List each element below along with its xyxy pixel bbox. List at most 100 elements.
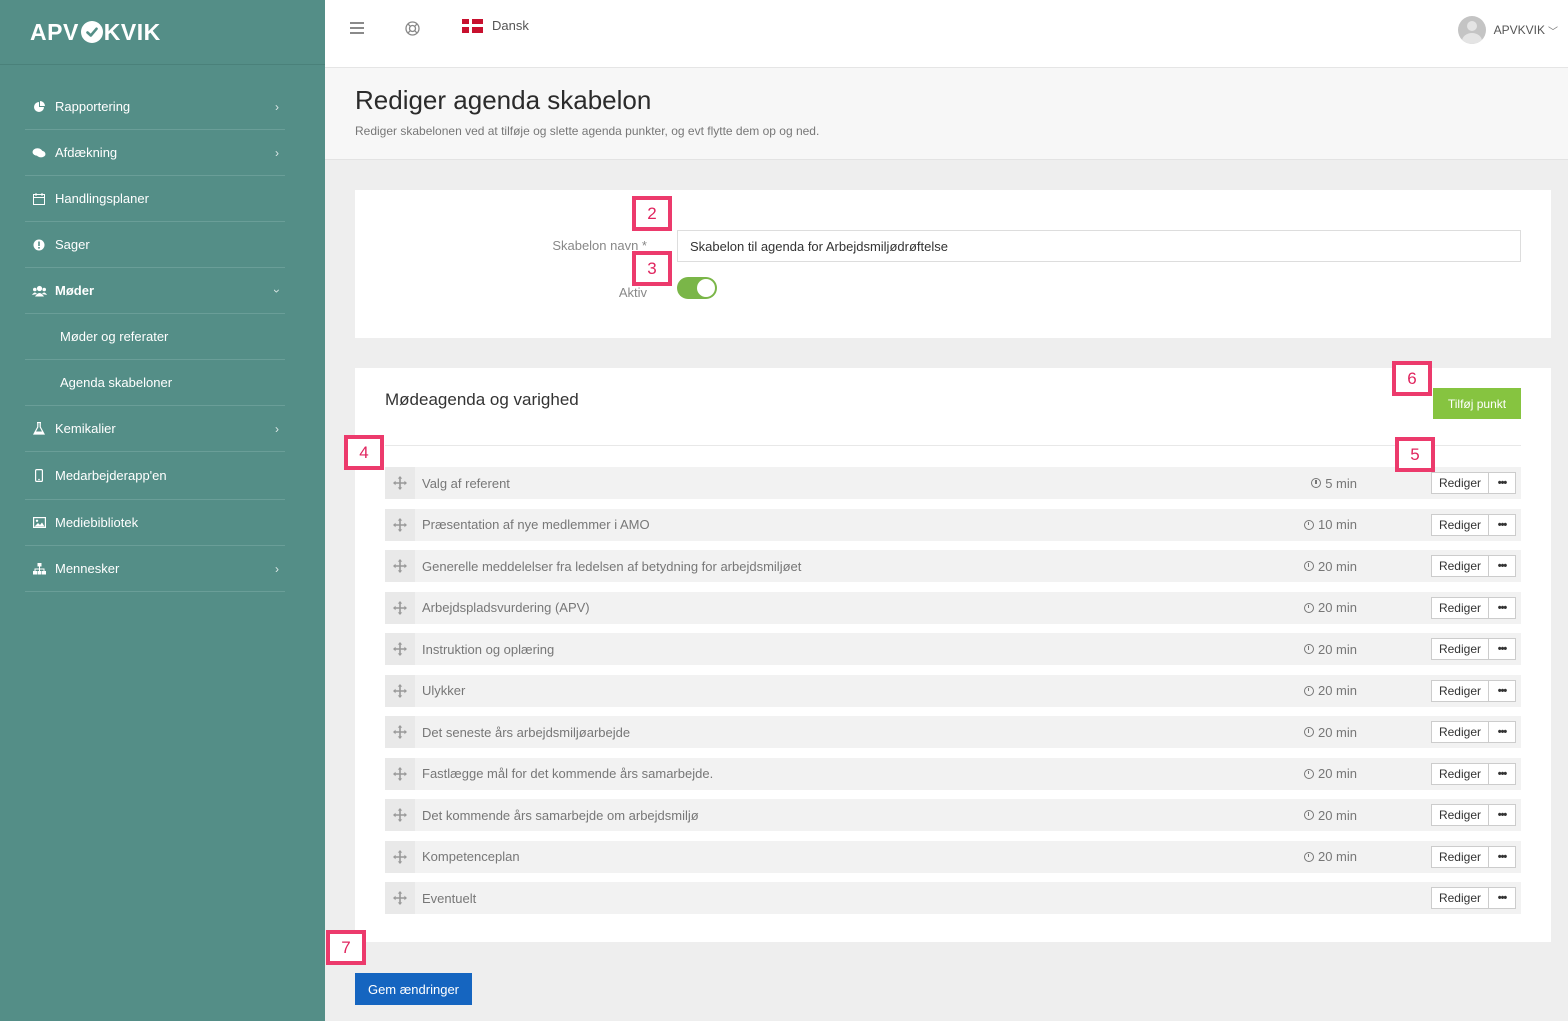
- clock-icon: [1303, 519, 1314, 530]
- more-options-button[interactable]: •••: [1489, 887, 1516, 909]
- more-options-button[interactable]: •••: [1489, 513, 1516, 536]
- duration-value: 5 min: [1325, 475, 1357, 491]
- sidebar-item-agenda-skabeloner[interactable]: Agenda skabeloner: [25, 360, 285, 406]
- sidebar-item-handlingsplaner[interactable]: Handlingsplaner: [25, 176, 285, 222]
- brand-logo[interactable]: APV KVIK: [0, 0, 325, 65]
- edit-button[interactable]: Rediger: [1430, 472, 1489, 494]
- edit-button[interactable]: Rediger: [1430, 804, 1489, 826]
- save-changes-button[interactable]: Gem ændringer: [355, 973, 472, 1005]
- drag-handle-icon[interactable]: [385, 550, 415, 582]
- sidebar-item-kemikalier[interactable]: Kemikalier ›: [25, 406, 285, 452]
- edit-button[interactable]: Rediger: [1430, 845, 1489, 868]
- edit-button[interactable]: Rediger: [1430, 721, 1489, 743]
- row-actions: Rediger •••: [1430, 472, 1516, 494]
- drag-handle-icon[interactable]: [385, 633, 415, 665]
- template-form-card: Skabelon navn * Skabelon til agenda for …: [355, 190, 1551, 338]
- edit-button[interactable]: Rediger: [1430, 596, 1489, 619]
- annotation-badge-4: 4: [344, 435, 384, 470]
- more-options-button[interactable]: •••: [1489, 845, 1516, 868]
- sidebar-item-label: Mennesker: [55, 561, 120, 576]
- drag-handle-icon[interactable]: [385, 591, 415, 624]
- avatar: [1457, 16, 1486, 44]
- clock-icon: [1311, 478, 1322, 488]
- sidebar-item-mediebibliotek[interactable]: Mediebibliotek: [25, 500, 285, 546]
- more-options-button[interactable]: •••: [1489, 721, 1516, 743]
- template-name-label: Skabelon navn *: [552, 238, 647, 253]
- sidebar-item-label: Sager: [55, 237, 90, 252]
- drag-handle-icon[interactable]: [385, 674, 415, 707]
- row-actions: Rediger •••: [1430, 721, 1516, 743]
- agenda-title: Mødeagenda og varighed: [385, 390, 579, 409]
- template-name-input[interactable]: Skabelon til agenda for Arbejdsmiljødrøf…: [677, 230, 1521, 262]
- active-toggle[interactable]: [677, 277, 717, 299]
- row-actions: Rediger •••: [1430, 762, 1516, 785]
- sidebar-item-medarbejderappen[interactable]: Medarbejderapp'en: [25, 452, 285, 500]
- more-options-button[interactable]: •••: [1489, 596, 1516, 619]
- more-options-button[interactable]: •••: [1489, 762, 1516, 785]
- sidebar-item-rapportering[interactable]: Rapportering ›: [25, 84, 285, 130]
- agenda-row: Arbejdspladsvurdering (APV) 20 min Rediger…: [385, 591, 1521, 624]
- alert-circle-icon: [28, 239, 50, 251]
- annotation-badge-7: 7: [326, 930, 366, 965]
- duration-value: 20 min: [1317, 807, 1357, 823]
- more-options-button[interactable]: •••: [1489, 638, 1516, 660]
- support-icon[interactable]: [405, 21, 420, 41]
- agenda-item-duration: 5 min: [1311, 476, 1357, 491]
- agenda-item-duration: 20 min: [1303, 559, 1357, 574]
- topbar: Dansk APVKVIK ﹀: [325, 0, 1568, 68]
- sidebar: APV KVIK Rapportering › Afdækning › Hand…: [0, 0, 325, 1021]
- chevron-right-icon: ›: [275, 99, 279, 114]
- edit-button[interactable]: Rediger: [1430, 679, 1489, 702]
- chevron-right-icon: ›: [275, 145, 279, 160]
- row-actions: Rediger •••: [1430, 804, 1516, 826]
- drag-handle-icon[interactable]: [385, 716, 415, 748]
- clock-icon: [1303, 602, 1314, 613]
- edit-button[interactable]: Rediger: [1430, 638, 1489, 660]
- drag-handle-icon[interactable]: [385, 508, 415, 541]
- clock-icon: [1303, 851, 1314, 862]
- sidebar-item-afdaekning[interactable]: Afdækning ›: [25, 130, 285, 176]
- sidebar-item-mennesker[interactable]: Mennesker ›: [25, 546, 285, 592]
- agenda-item-label: Det kommende års samarbejde om arbejdsmi…: [422, 807, 699, 823]
- user-menu[interactable]: APVKVIK ﹀: [1457, 16, 1558, 44]
- edit-button[interactable]: Rediger: [1430, 887, 1489, 909]
- image-icon: [28, 517, 50, 528]
- drag-handle-icon[interactable]: [385, 882, 415, 914]
- edit-button[interactable]: Rediger: [1430, 555, 1489, 577]
- agenda-item-label: Fastlægge mål for det kommende års samar…: [422, 766, 714, 781]
- sidebar-item-moeder-og-referater[interactable]: Møder og referater: [25, 314, 285, 360]
- agenda-item-duration: 20 min: [1303, 642, 1357, 657]
- check-icon: [80, 21, 103, 43]
- page-header: Rediger agenda skabelon Rediger skabelon…: [325, 68, 1568, 160]
- more-options-button[interactable]: •••: [1489, 804, 1516, 826]
- sidebar-item-sager[interactable]: Sager: [25, 222, 285, 268]
- drag-handle-icon[interactable]: [385, 799, 415, 831]
- row-actions: Rediger •••: [1430, 887, 1516, 909]
- sidebar-item-label: Mediebibliotek: [55, 515, 139, 530]
- more-options-button[interactable]: •••: [1489, 472, 1516, 494]
- agenda-row: Det kommende års samarbejde om arbejdsmi…: [385, 799, 1521, 831]
- add-item-button[interactable]: Tilføj punkt: [1433, 388, 1521, 419]
- agenda-item-duration: 20 min: [1303, 683, 1357, 698]
- drag-handle-icon[interactable]: [385, 840, 415, 873]
- drag-handle-icon[interactable]: [385, 467, 415, 499]
- row-actions: Rediger •••: [1430, 513, 1516, 536]
- edit-button[interactable]: Rediger: [1430, 513, 1489, 536]
- chevron-down-icon: ﹀: [1548, 26, 1558, 38]
- agenda-item-duration: 10 min: [1303, 517, 1357, 532]
- more-options-button[interactable]: •••: [1489, 679, 1516, 702]
- language-selector[interactable]: Dansk: [462, 18, 529, 33]
- users-icon: [28, 285, 50, 297]
- agenda-item-duration: 20 min: [1303, 725, 1357, 740]
- more-options-button[interactable]: •••: [1489, 555, 1516, 577]
- menu-icon[interactable]: [350, 22, 364, 34]
- drag-handle-icon[interactable]: [385, 757, 415, 790]
- edit-button[interactable]: Rediger: [1430, 762, 1489, 785]
- annotation-badge-6: 6: [1392, 361, 1432, 396]
- clock-icon: [1303, 768, 1314, 779]
- sidebar-item-moeder[interactable]: Møder ›: [25, 268, 285, 314]
- active-label: Aktiv: [618, 285, 647, 300]
- row-actions: Rediger •••: [1430, 638, 1516, 660]
- agenda-item-label: Ulykker: [422, 683, 466, 698]
- sidebar-item-label: Medarbejderapp'en: [55, 468, 167, 483]
